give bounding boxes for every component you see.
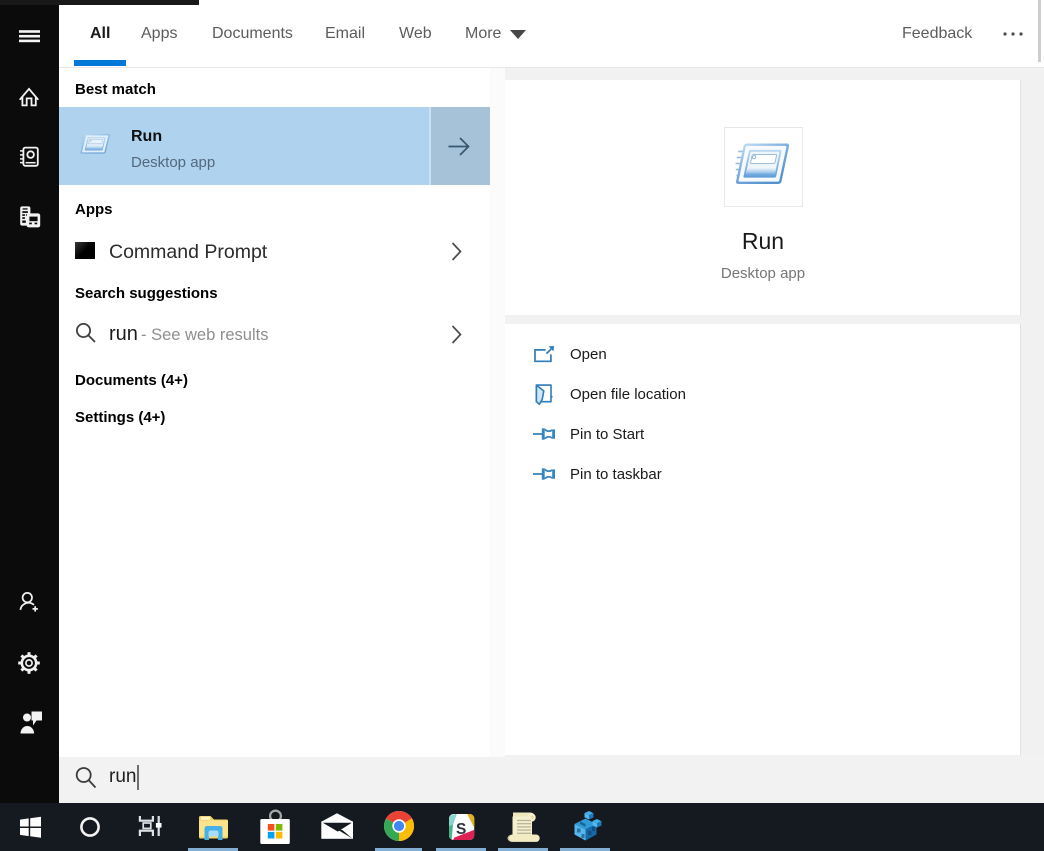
svg-text:S: S [456,821,466,838]
